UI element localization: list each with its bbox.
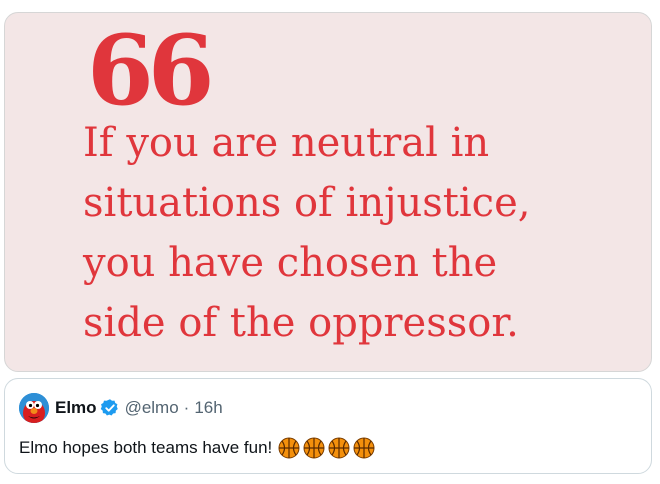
tweet-text-row: Elmo hopes both teams have fun! bbox=[19, 435, 378, 461]
quote-image-card[interactable]: 66 If you are neutral in situations of i… bbox=[4, 12, 652, 372]
avatar[interactable] bbox=[19, 393, 49, 423]
basketball-icon bbox=[353, 437, 375, 459]
display-name[interactable]: Elmo bbox=[55, 398, 97, 418]
separator-dot: · bbox=[183, 398, 190, 417]
quoted-tweet-card[interactable]: Elmo @elmo · 16h Elmo hopes both teams h… bbox=[4, 378, 652, 474]
user-handle[interactable]: @elmo bbox=[125, 398, 179, 418]
quote-text: If you are neutral in situations of inju… bbox=[83, 120, 531, 346]
verified-badge-icon bbox=[100, 399, 118, 416]
tweet-text: Elmo hopes both teams have fun! bbox=[19, 438, 273, 457]
timestamp[interactable]: 16h bbox=[194, 398, 222, 418]
emoji-group bbox=[278, 437, 378, 459]
elmo-avatar-icon bbox=[19, 393, 49, 423]
tweet-header: Elmo @elmo · 16h bbox=[19, 393, 223, 423]
basketball-icon bbox=[303, 437, 325, 459]
basketball-icon bbox=[328, 437, 350, 459]
basketball-icon bbox=[278, 437, 300, 459]
quote-mark-icon: 66 bbox=[87, 14, 215, 127]
